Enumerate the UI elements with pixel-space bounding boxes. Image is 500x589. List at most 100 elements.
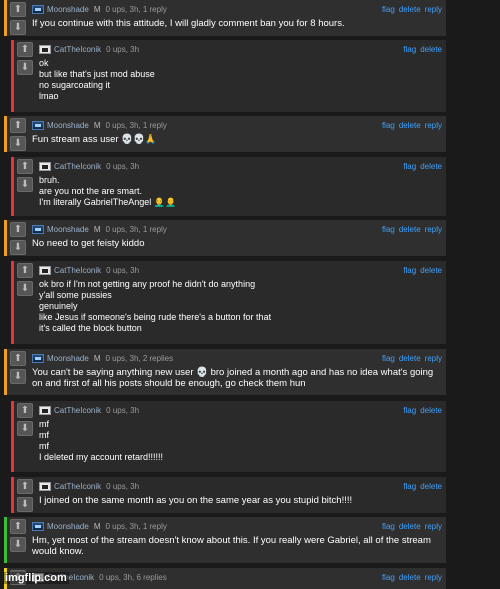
comment-actions: flag delete reply	[382, 2, 442, 16]
comment-body: CatTheIconik 0 ups, 3h flag delete ok bu…	[39, 42, 442, 102]
comment-body: Moonshade M 0 ups, 3h, 1 reply flag dele…	[32, 519, 442, 557]
delete-link[interactable]: delete	[420, 162, 442, 171]
comment-meta: Moonshade M 0 ups, 3h, 2 replies	[32, 351, 442, 365]
reply-link[interactable]: reply	[425, 225, 442, 234]
reply-link[interactable]: reply	[425, 573, 442, 582]
delete-link[interactable]: delete	[399, 5, 421, 14]
downvote-button[interactable]: ⬇	[10, 369, 26, 384]
flag-link[interactable]: flag	[382, 5, 395, 14]
arrow-up-icon: ⬆	[13, 520, 23, 532]
mod-badge: M	[93, 4, 101, 14]
comment-actions: flag delete reply	[382, 351, 442, 365]
comment-body: CatTheIconik 0 ups, 3h, 6 replies flag d…	[32, 570, 442, 584]
vote-column: ⬆ ⬇	[10, 519, 27, 555]
reply-link[interactable]: reply	[425, 522, 442, 531]
flag-link[interactable]: flag	[403, 406, 416, 415]
downvote-button[interactable]: ⬇	[17, 281, 33, 296]
upvote-button[interactable]: ⬆	[17, 479, 33, 494]
username-link[interactable]: Moonshade	[47, 121, 89, 130]
delete-link[interactable]: delete	[420, 266, 442, 275]
upvote-button[interactable]: ⬆	[17, 403, 33, 418]
arrow-down-icon: ⬇	[20, 498, 30, 510]
comment-stats: 0 ups, 3h, 6 replies	[99, 572, 167, 582]
flag-link[interactable]: flag	[403, 266, 416, 275]
comment-body: Moonshade M 0 ups, 3h, 1 reply flag dele…	[32, 118, 442, 145]
reply-comment: ⬆ ⬇ CatTheIconik 0 ups, 3h flag delete o…	[11, 261, 446, 344]
upvote-button[interactable]: ⬆	[10, 519, 26, 534]
reply-comment: ⬆ ⬇ CatTheIconik 0 ups, 3h flag delete o…	[11, 40, 446, 112]
arrow-up-icon: ⬆	[13, 223, 23, 235]
comment-actions: flag delete	[403, 263, 442, 277]
arrow-down-icon: ⬇	[20, 422, 30, 434]
comment-meta: CatTheIconik 0 ups, 3h	[39, 263, 442, 277]
delete-link[interactable]: delete	[399, 121, 421, 130]
downvote-button[interactable]: ⬇	[17, 177, 33, 192]
vote-column: ⬆ ⬇	[17, 403, 34, 439]
upvote-button[interactable]: ⬆	[17, 263, 33, 278]
downvote-button[interactable]: ⬇	[10, 136, 26, 151]
comment-actions: flag delete reply	[382, 222, 442, 236]
cat-avatar-icon	[39, 161, 51, 171]
comment-text: ok but like that's just mod abuse no sug…	[39, 58, 155, 101]
delete-link[interactable]: delete	[399, 225, 421, 234]
comment-text: ok bro if I'm not getting any proof he d…	[39, 279, 272, 333]
delete-link[interactable]: delete	[420, 482, 442, 491]
delete-link[interactable]: delete	[420, 45, 442, 54]
upvote-button[interactable]: ⬆	[17, 159, 33, 174]
vote-column: ⬆ ⬇	[17, 42, 34, 78]
cat-avatar-icon	[39, 44, 51, 54]
mod-badge: M	[93, 224, 101, 234]
downvote-button[interactable]: ⬇	[17, 421, 33, 436]
moonshade-avatar-icon	[32, 521, 44, 531]
upvote-button[interactable]: ⬆	[10, 118, 26, 133]
username-link[interactable]: CatTheIconik	[54, 266, 101, 275]
delete-link[interactable]: delete	[399, 354, 421, 363]
comment-text: Fun stream ass user 💀💀🙏	[32, 134, 157, 145]
downvote-button[interactable]: ⬇	[10, 240, 26, 255]
upvote-button[interactable]: ⬆	[17, 42, 33, 57]
username-link[interactable]: CatTheIconik	[54, 406, 101, 415]
comment-body: CatTheIconik 0 ups, 3h flag delete bruh.…	[39, 159, 442, 208]
flag-link[interactable]: flag	[403, 162, 416, 171]
comment-meta: CatTheIconik 0 ups, 3h, 6 replies	[32, 570, 442, 584]
delete-link[interactable]: delete	[399, 573, 421, 582]
upvote-button[interactable]: ⬆	[10, 2, 26, 17]
flag-link[interactable]: flag	[382, 573, 395, 582]
reply-comment: ⬆ ⬇ CatTheIconik 0 ups, 3h flag delete I…	[11, 477, 446, 513]
downvote-button[interactable]: ⬇	[17, 60, 33, 75]
comment-body: CatTheIconik 0 ups, 3h flag delete ok br…	[39, 263, 442, 334]
comment-meta: Moonshade M 0 ups, 3h, 1 reply	[32, 118, 442, 132]
flag-link[interactable]: flag	[403, 482, 416, 491]
username-link[interactable]: Moonshade	[47, 225, 89, 234]
delete-link[interactable]: delete	[420, 406, 442, 415]
reply-link[interactable]: reply	[425, 354, 442, 363]
comment-meta: Moonshade M 0 ups, 3h, 1 reply	[32, 2, 442, 16]
comment-text: You can't be saying anything new user 💀 …	[32, 367, 434, 389]
delete-link[interactable]: delete	[399, 522, 421, 531]
arrow-down-icon: ⬇	[13, 241, 23, 253]
downvote-button[interactable]: ⬇	[17, 497, 33, 512]
upvote-button[interactable]: ⬆	[10, 222, 26, 237]
downvote-button[interactable]: ⬇	[10, 20, 26, 35]
comment: ⬆ ⬇ Moonshade M 0 ups, 3h, 1 reply flag …	[4, 517, 446, 563]
vote-column: ⬆ ⬇	[10, 351, 27, 387]
username-link[interactable]: Moonshade	[47, 5, 89, 14]
flag-link[interactable]: flag	[382, 354, 395, 363]
upvote-button[interactable]: ⬆	[10, 351, 26, 366]
username-link[interactable]: CatTheIconik	[54, 162, 101, 171]
vote-column: ⬆ ⬇	[17, 263, 34, 299]
flag-link[interactable]: flag	[382, 121, 395, 130]
username-link[interactable]: CatTheIconik	[54, 482, 101, 491]
arrow-up-icon: ⬆	[20, 43, 30, 55]
comment-text: I joined on the same month as you on the…	[39, 495, 353, 506]
downvote-button[interactable]: ⬇	[10, 537, 26, 552]
reply-comment: ⬆ ⬇ CatTheIconik 0 ups, 3h flag delete b…	[11, 157, 446, 216]
username-link[interactable]: Moonshade	[47, 354, 89, 363]
username-link[interactable]: CatTheIconik	[54, 45, 101, 54]
flag-link[interactable]: flag	[382, 522, 395, 531]
flag-link[interactable]: flag	[403, 45, 416, 54]
flag-link[interactable]: flag	[382, 225, 395, 234]
reply-link[interactable]: reply	[425, 5, 442, 14]
reply-link[interactable]: reply	[425, 121, 442, 130]
username-link[interactable]: Moonshade	[47, 522, 89, 531]
